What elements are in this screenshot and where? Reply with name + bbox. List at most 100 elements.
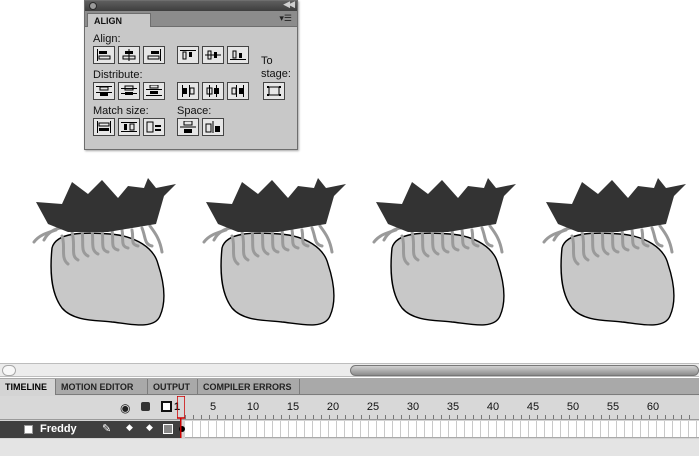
frame-tick [617, 415, 618, 419]
frame-tick [657, 415, 658, 419]
frame-tick [553, 415, 554, 419]
stage-horizontal-scrollbar[interactable] [0, 363, 699, 377]
frame-tick [497, 415, 498, 419]
frame-tick [625, 415, 626, 419]
frame-tick [225, 415, 226, 419]
frame-tick [313, 415, 314, 419]
frame-number-30: 30 [406, 401, 420, 413]
scroll-thumb[interactable] [350, 365, 699, 376]
frame-tick [641, 415, 642, 419]
panel-menu-icon[interactable]: ▾☰ [279, 13, 292, 24]
collapse-icon[interactable]: ◀◀ [283, 0, 295, 10]
frame-tick [353, 415, 354, 419]
frame-tick [297, 415, 298, 419]
match-height-button[interactable] [118, 118, 140, 136]
distribute-right-button[interactable] [227, 82, 249, 100]
frame-tick [257, 415, 258, 419]
frame-number-15: 15 [286, 401, 300, 413]
frame-tick [193, 415, 194, 419]
distribute-bottom-button[interactable] [143, 82, 165, 100]
frame-number-55: 55 [606, 401, 620, 413]
panel-title-bar[interactable]: ◀◀ [85, 0, 297, 11]
frame-cells[interactable] [179, 421, 699, 438]
distribute-horizontal-center-button[interactable] [202, 82, 224, 100]
layer-icon [24, 425, 33, 434]
playhead[interactable] [177, 396, 185, 438]
space-evenly-vertically-button[interactable] [177, 118, 199, 136]
frame-tick [385, 415, 386, 419]
frame-tick [521, 415, 522, 419]
frame-tick [433, 415, 434, 419]
to-stage-button[interactable] [263, 82, 285, 100]
space-evenly-horizontally-button[interactable] [202, 118, 224, 136]
frame-tick [281, 415, 282, 419]
layer-header[interactable]: Freddy ✎ ◆ ◆ [0, 421, 180, 438]
frame-number-50: 50 [566, 401, 580, 413]
tab-output[interactable]: OUTPUT [148, 379, 198, 395]
frame-number-10: 10 [246, 401, 260, 413]
tab-compiler-errors[interactable]: COMPILER ERRORS [198, 379, 300, 395]
tab-motion-editor[interactable]: MOTION EDITOR [56, 379, 148, 395]
timeline-empty-area [0, 439, 699, 456]
tab-timeline[interactable]: TIMELINE [0, 379, 56, 395]
timeline-panel: TIMELINE MOTION EDITOR OUTPUT COMPILER E… [0, 378, 699, 456]
space-label: Space: [177, 105, 212, 117]
frame-tick [529, 415, 530, 419]
lock-icon[interactable] [141, 402, 150, 411]
frame-number-40: 40 [486, 401, 500, 413]
frame-tick [209, 415, 210, 419]
space-horizontal-icon [205, 121, 220, 133]
match-width-button[interactable] [93, 118, 115, 136]
layer-row-freddy[interactable]: Freddy ✎ ◆ ◆ [0, 421, 699, 438]
distribute-vertical-center-button[interactable] [118, 82, 140, 100]
align-label: Align: [93, 33, 121, 45]
frame-number-45: 45 [526, 401, 540, 413]
frame-tick [425, 415, 426, 419]
frame-tick [689, 415, 690, 419]
match-size-label: Match size: [93, 105, 149, 117]
frame-tick [609, 415, 610, 419]
frame-tick [593, 415, 594, 419]
match-width-and-height-button[interactable] [143, 118, 165, 136]
frame-tick [633, 415, 634, 419]
match-width-icon [97, 121, 111, 133]
align-vertical-center-button[interactable] [202, 46, 224, 64]
frame-tick [441, 415, 442, 419]
align-top-edge-button[interactable] [177, 46, 199, 64]
frame-tick [377, 415, 378, 419]
frame-tick [601, 415, 602, 419]
visibility-dot[interactable]: ◆ [126, 422, 133, 433]
frame-tick [457, 415, 458, 419]
frame-tick [321, 415, 322, 419]
align-left-edge-button[interactable] [93, 46, 115, 64]
scroll-left-cap[interactable] [2, 365, 16, 376]
frame-tick [369, 415, 370, 419]
frame-tick [409, 415, 410, 419]
frame-tick [329, 415, 330, 419]
align-vcenter-icon [205, 50, 221, 60]
layer-name[interactable]: Freddy [40, 423, 77, 435]
tab-align[interactable]: ALIGN [87, 13, 151, 27]
frame-tick [673, 415, 674, 419]
eye-icon[interactable]: ◉ [120, 401, 130, 415]
freddy-character-4[interactable] [536, 172, 696, 332]
align-right-edge-button[interactable] [143, 46, 165, 64]
align-bottom-edge-button[interactable] [227, 46, 249, 64]
freddy-character-3[interactable] [366, 172, 526, 332]
frame-tick [337, 415, 338, 419]
freddy-character-2[interactable] [196, 172, 356, 332]
frame-tick [545, 415, 546, 419]
frame-number-25: 25 [366, 401, 380, 413]
frame-tick [401, 415, 402, 419]
lock-dot[interactable]: ◆ [146, 422, 153, 433]
align-horizontal-center-button[interactable] [118, 46, 140, 64]
space-vertical-icon [180, 121, 196, 133]
outline-swatch[interactable] [163, 424, 173, 434]
close-icon[interactable] [89, 2, 97, 10]
frame-tick [185, 415, 186, 419]
freddy-character-1[interactable] [26, 172, 186, 332]
distribute-left-button[interactable] [177, 82, 199, 100]
distribute-top-button[interactable] [93, 82, 115, 100]
frame-tick [537, 415, 538, 419]
frame-tick [473, 415, 474, 419]
